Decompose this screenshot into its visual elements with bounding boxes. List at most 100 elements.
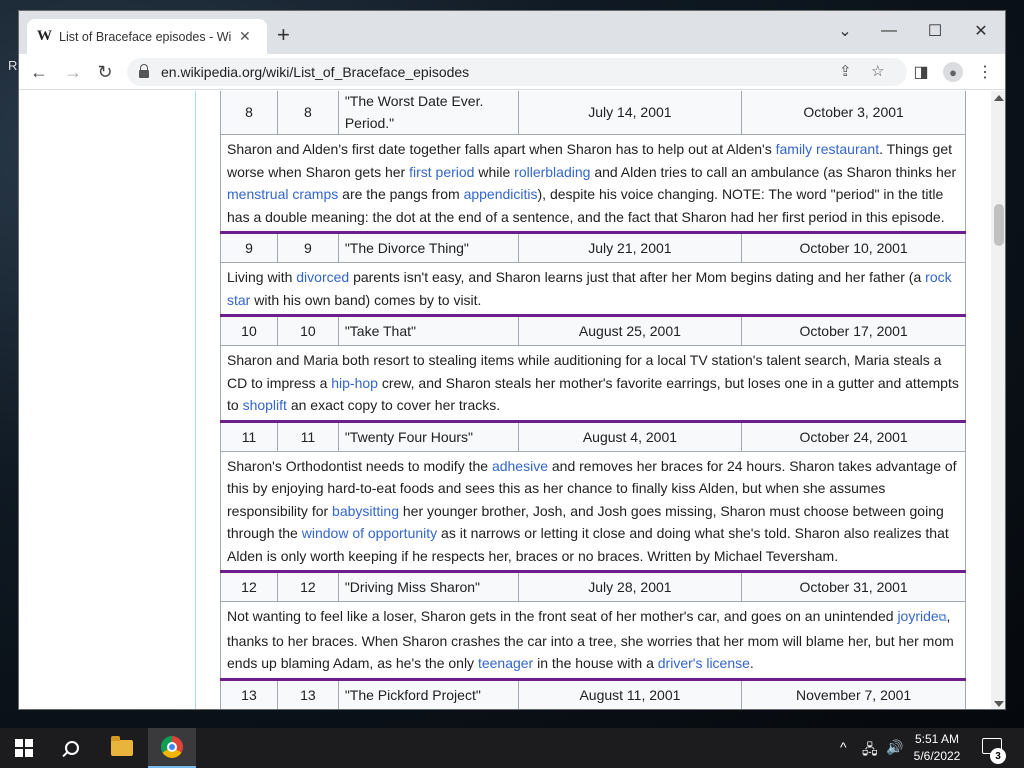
episode-table: 8 8 "The Worst Date Ever. Period." July 14,… [220, 91, 966, 709]
file-explorer-button[interactable] [98, 728, 146, 768]
wiki-link[interactable]: menstrual cramps [227, 186, 338, 202]
wiki-link[interactable]: teenager [478, 655, 533, 671]
system-clock[interactable]: 5:51 AM 5/6/2022 [906, 731, 968, 765]
wiki-link[interactable]: first period [409, 164, 474, 180]
episode-number-season: 11 [276, 420, 339, 452]
share-icon[interactable]: ⇪ [839, 62, 852, 80]
episode-title: "Driving Miss Sharon" [337, 571, 519, 602]
profile-button[interactable]: ● [941, 60, 965, 84]
episode-title: "Twenty Four Hours" [337, 420, 519, 452]
lock-icon[interactable] [139, 64, 149, 78]
episode-summary-row: Living with divorced parents isn't easy,… [220, 262, 966, 317]
summary-text: parents isn't easy, and Sharon learns ju… [349, 269, 926, 285]
wiki-link[interactable]: divorced [296, 269, 349, 285]
close-window-icon[interactable]: ✕ [961, 17, 1001, 45]
address-bar[interactable]: en.wikipedia.org/wiki/List_of_Braceface_… [127, 58, 907, 86]
url-text[interactable]: en.wikipedia.org/wiki/List_of_Braceface_… [161, 64, 469, 80]
episode-summary: Sharon and Maria both resort to stealing… [220, 345, 966, 423]
chrome-icon [161, 736, 183, 758]
episode-summary-row: Not wanting to feel like a loser, Sharon… [220, 601, 966, 681]
episode-summary-row: Sharon's Orthodontist needs to modify th… [220, 450, 966, 573]
tab-search-icon[interactable]: ⌄ [825, 17, 865, 45]
original-air-date: August 25, 2001 [517, 315, 743, 346]
episode-row: 11 11 "Twenty Four Hours" August 4, 2001 Oct… [220, 420, 966, 452]
new-tab-icon[interactable]: + [277, 24, 290, 46]
episode-number-overall: 11 [220, 420, 278, 452]
episode-title: "The Worst Date Ever. Period." [337, 91, 519, 135]
us-air-date: October 17, 2001 [741, 315, 966, 346]
summary-text: Sharon and Alden's first date together f… [227, 141, 776, 157]
taskbar: ^ 🖧 🔊 5:51 AM 5/6/2022 3 [0, 728, 1024, 768]
start-button[interactable] [0, 728, 48, 768]
original-air-date: August 4, 2001 [517, 420, 743, 452]
us-air-date: November 7, 2001 [741, 678, 966, 709]
episode-title: "The Divorce Thing" [337, 232, 519, 263]
title-bar: W List of Braceface episodes - Wikipedia… [19, 11, 1005, 54]
summary-text: are the pangs from [338, 186, 464, 202]
back-icon[interactable]: ← [27, 60, 51, 84]
us-air-date: October 31, 2001 [741, 571, 966, 602]
episode-row: 9 9 "The Divorce Thing" July 21, 2001 Octobe… [220, 232, 966, 263]
wiki-link[interactable]: window of opportunity [302, 525, 437, 541]
wiki-link[interactable]: family restaurant [776, 141, 879, 157]
folder-icon [111, 736, 133, 756]
browser-toolbar: ← → ↻ en.wikipedia.org/wiki/List_of_Brac… [19, 54, 1005, 90]
menu-kebab-icon[interactable]: ⋮ [973, 60, 997, 84]
minimize-icon[interactable]: — [869, 17, 909, 45]
scroll-thumb[interactable] [994, 204, 1004, 246]
original-air-date: July 28, 2001 [517, 571, 743, 602]
maximize-icon[interactable]: ☐ [915, 17, 955, 45]
summary-text: . [749, 655, 754, 671]
wiki-link[interactable]: appendicitis [464, 186, 538, 202]
scroll-down-arrow-icon[interactable] [994, 701, 1004, 707]
summary-text: while [474, 163, 515, 180]
volume-icon[interactable]: 🔊 [886, 739, 903, 756]
summary-text: an exact copy to cover her tracks. [286, 397, 501, 413]
reload-icon[interactable]: ↻ [93, 60, 117, 84]
original-air-date: July 14, 2001 [517, 91, 743, 135]
network-icon[interactable]: 🖧 [862, 739, 878, 763]
episode-number-season: 12 [276, 571, 339, 602]
wiki-link[interactable]: joyride [897, 608, 938, 624]
forward-icon[interactable]: → [61, 60, 85, 84]
search-icon [65, 741, 79, 755]
wiki-link[interactable]: rollerblading [514, 164, 590, 180]
episode-number-overall: 12 [220, 571, 278, 602]
episode-summary: Not wanting to feel like a loser, Sharon… [220, 601, 966, 681]
wiki-link[interactable]: babysitting [332, 503, 399, 519]
episode-row: 8 8 "The Worst Date Ever. Period." July 14,… [220, 91, 966, 135]
vertical-scrollbar[interactable] [991, 91, 1005, 709]
summary-text: and Alden tries to call an ambulance (as… [590, 163, 957, 180]
wiki-link[interactable]: hip-hop [331, 375, 378, 391]
wiki-link[interactable]: shoplift [243, 397, 287, 413]
summary-text: Not wanting to feel like a loser, Sharon… [227, 608, 898, 624]
tab-title: List of Braceface episodes - Wikipedia [59, 29, 231, 44]
summary-text: Living with [227, 269, 297, 285]
bookmark-star-icon[interactable]: ☆ [871, 62, 884, 80]
side-panel-icon[interactable]: ◨ [909, 60, 933, 84]
episode-title: "Take That" [337, 315, 519, 346]
episode-number-overall: 8 [220, 91, 278, 135]
episode-number-overall: 10 [220, 315, 278, 346]
summary-text: Sharon's Orthodontist needs to modify th… [227, 457, 492, 474]
show-hidden-icons-icon[interactable]: ^ [840, 739, 847, 755]
wiki-link[interactable]: driver's license [658, 655, 750, 671]
chrome-taskbar-button[interactable] [148, 728, 196, 768]
episode-number-season: 10 [276, 315, 339, 346]
episode-summary: Sharon's Orthodontist needs to modify th… [220, 450, 966, 573]
episode-row: 13 13 "The Pickford Project" August 11, 200… [220, 678, 966, 709]
avatar-icon: ● [943, 62, 963, 82]
episode-summary-row: Sharon and Alden's first date together f… [220, 134, 966, 234]
scroll-up-arrow-icon[interactable] [994, 95, 1004, 101]
us-air-date: October 10, 2001 [741, 232, 966, 263]
tab-close-icon[interactable]: ✕ [239, 28, 251, 45]
taskbar-search-button[interactable] [48, 728, 96, 768]
browser-tab[interactable]: W List of Braceface episodes - Wikipedia… [27, 19, 267, 54]
episode-number-season: 8 [276, 91, 339, 135]
us-air-date: October 3, 2001 [741, 91, 966, 135]
notification-count-badge: 3 [990, 748, 1006, 764]
episode-summary: Living with divorced parents isn't easy,… [220, 262, 966, 317]
wiki-link[interactable]: adhesive [492, 458, 548, 474]
sidebar-divider [195, 91, 196, 709]
episode-number-overall: 9 [220, 232, 278, 263]
